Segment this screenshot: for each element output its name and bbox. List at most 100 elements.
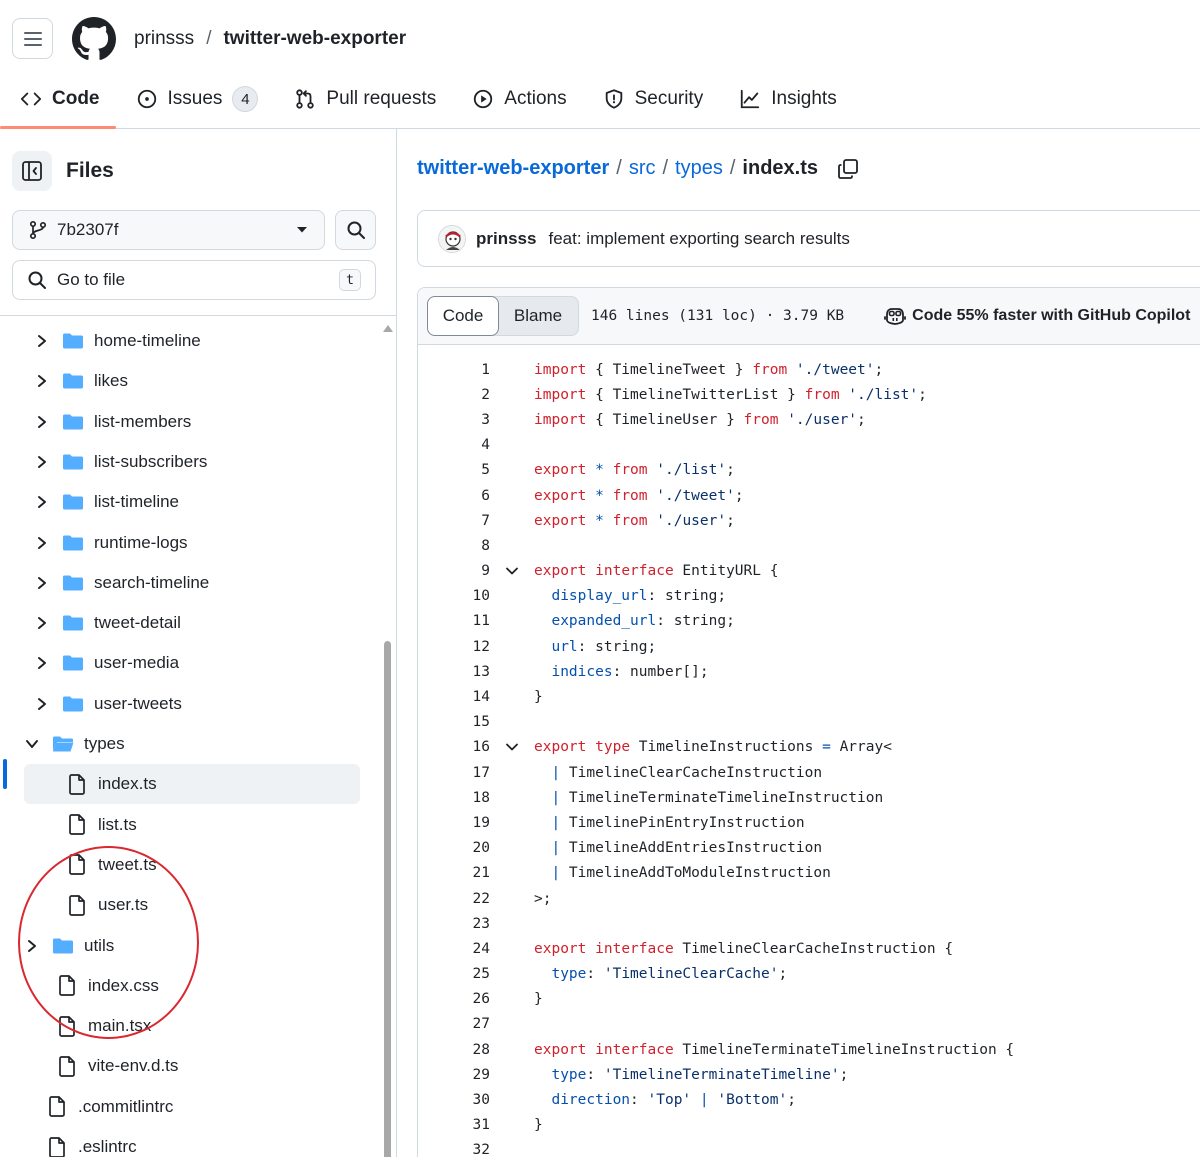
tree-file-item[interactable]: vite-env.d.ts <box>58 1046 178 1086</box>
repo-owner-link[interactable]: prinsss <box>134 28 194 50</box>
folder-icon <box>63 696 83 712</box>
tab-actions[interactable]: Actions <box>452 72 582 126</box>
tree-item-label: search-timeline <box>94 572 210 592</box>
line-number[interactable]: 21 <box>418 865 490 881</box>
line-number[interactable]: 30 <box>418 1092 490 1108</box>
tree-file-item[interactable]: main.tsx <box>58 1006 151 1046</box>
repo-name-link[interactable]: twitter-web-exporter <box>223 28 406 50</box>
line-number[interactable]: 29 <box>418 1067 490 1083</box>
tree-file-item[interactable]: index.css <box>58 966 159 1006</box>
tree-folder-item[interactable]: list-subscribers <box>34 442 207 482</box>
line-number[interactable]: 5 <box>418 462 490 478</box>
code-token: | <box>551 865 561 882</box>
tab-security[interactable]: Security <box>583 72 720 126</box>
line-number[interactable]: 26 <box>418 991 490 1007</box>
copilot-promo-link[interactable]: Code 55% faster with GitHub Copilot <box>884 306 1190 326</box>
line-number[interactable]: 6 <box>418 488 490 504</box>
tree-file-item[interactable]: tweet.ts <box>68 845 157 885</box>
line-number[interactable]: 13 <box>418 664 490 680</box>
branch-selector[interactable]: 7b2307f <box>12 210 325 250</box>
code-text: export * from './user'; <box>534 513 735 529</box>
line-number[interactable]: 31 <box>418 1117 490 1133</box>
line-number[interactable]: 18 <box>418 790 490 806</box>
line-number[interactable]: 4 <box>418 437 490 453</box>
line-number[interactable]: 15 <box>418 714 490 730</box>
code-token: | <box>551 814 561 831</box>
tree-folder-item[interactable]: home-timeline <box>34 321 201 361</box>
code-line: 24 export interface TimelineClearCacheIns… <box>418 936 1200 961</box>
tree-folder-item[interactable]: utils <box>24 926 114 966</box>
files-header: Files <box>12 151 114 191</box>
line-number[interactable]: 28 <box>418 1042 490 1058</box>
line-number[interactable]: 2 <box>418 387 490 403</box>
code-text: | TimelineClearCacheInstruction <box>534 765 822 781</box>
tab-code[interactable]: Code <box>0 72 116 129</box>
tab-issues[interactable]: Issues 4 <box>116 72 275 126</box>
code-area[interactable]: 1 import { TimelineTweet } from './tweet'… <box>418 345 1200 1157</box>
tree-folder-item[interactable]: list-timeline <box>34 482 179 522</box>
github-logo-icon[interactable] <box>72 17 116 61</box>
copy-icon[interactable] <box>837 158 859 180</box>
line-number[interactable]: 20 <box>418 840 490 856</box>
tree-folder-item[interactable]: search-timeline <box>34 563 209 603</box>
blame-view-button[interactable]: Blame <box>498 297 578 335</box>
breadcrumb-types-link[interactable]: types <box>675 157 723 180</box>
tree-file-item[interactable]: list.ts <box>68 805 137 845</box>
commit-message-link[interactable]: feat: implement exporting search results <box>548 229 849 249</box>
line-number[interactable]: 17 <box>418 765 490 781</box>
breadcrumb-src-link[interactable]: src <box>629 157 656 180</box>
tree-folder-item[interactable]: user-media <box>34 643 179 683</box>
fold-toggle[interactable] <box>490 564 534 578</box>
tree-file-item[interactable]: .commitlintrc <box>48 1087 173 1127</box>
tree-folder-item[interactable]: list-members <box>34 402 191 442</box>
tree-folder-item[interactable]: types <box>24 724 125 764</box>
tab-pull-requests[interactable]: Pull requests <box>274 72 452 126</box>
collapse-sidebar-button[interactable] <box>12 151 52 191</box>
line-number[interactable]: 9 <box>418 563 490 579</box>
fold-toggle[interactable] <box>490 740 534 754</box>
breadcrumb: twitter-web-exporter / src / types / ind… <box>417 157 859 180</box>
code-token: TimelineClearCacheInstruction { <box>673 940 954 957</box>
sidebar-scrollbar-thumb[interactable] <box>384 641 391 1157</box>
active-file-marker <box>3 759 7 789</box>
tree-file-item[interactable]: .eslintrc <box>48 1127 137 1157</box>
commit-author-link[interactable]: prinsss <box>476 229 536 249</box>
line-number[interactable]: 1 <box>418 362 490 378</box>
tab-insights[interactable]: Insights <box>719 72 852 126</box>
tree-folder-item[interactable]: tweet-detail <box>34 603 181 643</box>
go-to-file-input[interactable]: Go to file t <box>12 260 376 300</box>
line-number[interactable]: 11 <box>418 613 490 629</box>
scroll-up-arrow-icon[interactable] <box>382 323 394 333</box>
author-avatar[interactable] <box>438 224 466 253</box>
tree-file-item[interactable]: user.ts <box>68 885 148 925</box>
tree-file-item[interactable]: index.ts <box>24 764 360 805</box>
line-number[interactable]: 27 <box>418 1016 490 1032</box>
line-number[interactable]: 22 <box>418 891 490 907</box>
line-number[interactable]: 24 <box>418 941 490 957</box>
line-number[interactable]: 32 <box>418 1142 490 1157</box>
code-view-button[interactable]: Code <box>427 296 499 336</box>
line-number[interactable]: 7 <box>418 513 490 529</box>
line-number[interactable]: 16 <box>418 739 490 755</box>
tree-folder-item[interactable]: user-tweets <box>34 684 182 724</box>
line-number[interactable]: 10 <box>418 588 490 604</box>
code-token: * <box>595 512 604 529</box>
line-number[interactable]: 8 <box>418 538 490 554</box>
code-token: from <box>804 386 840 403</box>
line-number[interactable]: 23 <box>418 916 490 932</box>
line-number[interactable]: 25 <box>418 966 490 982</box>
tree-folder-item[interactable]: likes <box>34 361 128 401</box>
line-number[interactable]: 12 <box>418 639 490 655</box>
line-number[interactable]: 14 <box>418 689 490 705</box>
line-number[interactable]: 3 <box>418 412 490 428</box>
code-line: 26} <box>418 987 1200 1012</box>
breadcrumb-repo-link[interactable]: twitter-web-exporter <box>417 157 609 180</box>
tree-folder-item[interactable]: runtime-logs <box>34 523 188 563</box>
menu-button[interactable] <box>12 18 53 59</box>
search-files-button[interactable] <box>335 210 376 250</box>
line-number[interactable]: 19 <box>418 815 490 831</box>
